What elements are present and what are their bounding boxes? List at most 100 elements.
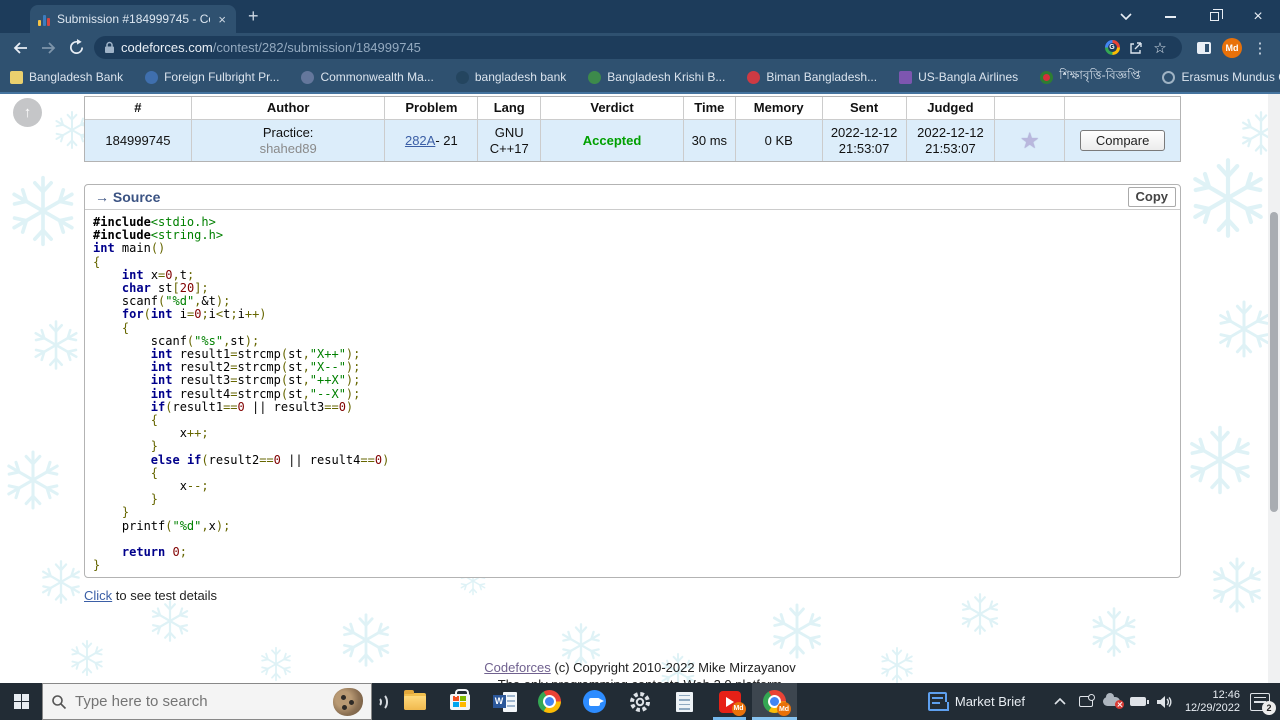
favorite-star-icon[interactable]: ★ — [1020, 129, 1040, 152]
sent-cell: 2022-12-12 21:53:07 — [821, 120, 906, 161]
bookmark-item[interactable]: US-Bangla Airlines — [899, 70, 1018, 84]
problem-link[interactable]: 282A — [405, 133, 435, 149]
profile-avatar[interactable]: Md — [1218, 35, 1246, 61]
page-footer: Codeforces (c) Copyright 2010-2022 Mike … — [0, 659, 1280, 683]
taskbar-clock[interactable]: 12:46 12/29/2022 — [1185, 689, 1240, 715]
judged-cell: 2022-12-12 21:53:07 — [905, 120, 995, 161]
taskbar-word-icon[interactable]: W — [482, 683, 527, 720]
compare-button[interactable]: Compare — [1079, 130, 1166, 151]
new-tab-button[interactable]: + — [248, 6, 259, 26]
start-button[interactable] — [0, 683, 42, 720]
bookmark-item[interactable]: Bangladesh Bank — [10, 70, 123, 84]
snowflake-icon — [1186, 156, 1270, 245]
taskbar-store-icon[interactable] — [437, 683, 482, 720]
author-cell: Practice: shahed89 — [190, 120, 385, 161]
news-widget-icon[interactable] — [927, 692, 949, 711]
code-line: x--; — [93, 479, 209, 494]
taskbar-search[interactable] — [42, 683, 372, 720]
bookmark-item[interactable]: Foreign Fulbright Pr... — [145, 70, 279, 84]
code-line: int main() — [93, 241, 166, 256]
google-icon[interactable]: G — [1100, 37, 1124, 59]
code-line: return 0; — [121, 545, 187, 560]
forward-icon[interactable] — [34, 35, 62, 61]
table-header-cell: Memory — [734, 97, 822, 119]
favorite-cell: ★ — [994, 120, 1064, 161]
code-line: } — [93, 558, 101, 573]
source-title: → Source — [95, 189, 161, 205]
close-window-button[interactable]: × — [1236, 0, 1280, 33]
snowflake-icon — [6, 174, 80, 253]
code-line: int x=0,t; — [121, 267, 195, 282]
test-details-line: Click to see test details — [84, 588, 217, 603]
browser-toolbar: codeforces.com/contest/282/submission/18… — [0, 33, 1280, 62]
taskbar-notepad-icon[interactable] — [662, 683, 707, 720]
battery-icon[interactable] — [1126, 683, 1150, 720]
submission-id: 184999745 — [105, 132, 171, 148]
bookmark-item[interactable]: শিক্ষাবৃত্তি-বিজ্ঞপ্তি — [1040, 67, 1140, 87]
snowflake-icon — [1184, 424, 1256, 501]
code-line: char st[20]; — [121, 281, 209, 296]
search-input[interactable] — [75, 693, 333, 710]
code-line: { — [93, 254, 101, 269]
code-line: if(result1==0 || result3==0) — [150, 399, 354, 414]
action-center-icon[interactable]: 2 — [1250, 692, 1276, 715]
window-controls: × — [1104, 0, 1280, 33]
back-icon[interactable] — [6, 35, 34, 61]
bookmark-item[interactable]: Erasmus Mundus C... — [1162, 70, 1280, 84]
code-line: #include<stdio.h> — [93, 215, 216, 229]
minimize-button[interactable] — [1148, 0, 1192, 33]
verdict-cell[interactable]: Accepted — [540, 120, 683, 161]
clock-date: 12/29/2022 — [1184, 701, 1240, 714]
tray-chevron-icon[interactable] — [1048, 683, 1072, 720]
tab-search-chevron-icon[interactable] — [1104, 0, 1148, 33]
share-icon[interactable] — [1124, 37, 1148, 59]
scrollbar-thumb[interactable] — [1270, 212, 1278, 512]
ring-icon — [1162, 70, 1176, 84]
notification-count-badge: 2 — [1262, 700, 1276, 715]
bookmark-item[interactable]: Commonwealth Ma... — [301, 70, 434, 84]
tab-close-icon[interactable]: × — [216, 12, 228, 27]
scroll-to-top-button[interactable]: ↑ — [13, 98, 42, 127]
author-practice-label: Practice: — [262, 124, 314, 140]
bookmark-star-icon[interactable]: ☆ — [1148, 37, 1172, 59]
search-highlights-butterfly-icon[interactable] — [333, 687, 363, 716]
author-handle[interactable]: shahed89 — [260, 141, 317, 157]
news-widget-label[interactable]: Market Brief — [955, 694, 1025, 709]
test-details-link[interactable]: Click — [84, 588, 112, 603]
windows-logo-icon — [13, 694, 29, 709]
taskbar-chrome-icon[interactable] — [527, 683, 572, 720]
globe-icon — [301, 70, 315, 84]
onedrive-error-icon[interactable] — [1100, 683, 1125, 720]
bookmark-item[interactable]: Bangladesh Krishi B... — [588, 70, 725, 84]
reload-icon[interactable] — [62, 35, 90, 61]
footer-codeforces-link[interactable]: Codeforces — [484, 660, 550, 675]
code-line: printf("%d",x); — [93, 518, 231, 533]
table-header-cell: Sent — [821, 97, 906, 119]
table-header-cell — [994, 97, 1064, 119]
browser-menu-icon[interactable]: ⋮ — [1246, 35, 1274, 61]
bank-icon — [10, 70, 23, 84]
taskbar-file-explorer-icon[interactable] — [392, 683, 437, 720]
taskbar-youtube-profile-icon[interactable]: Md — [707, 683, 752, 720]
table-row: 184999745 Practice: shahed89 282A - 21 G… — [85, 120, 1180, 161]
volume-icon[interactable] — [1152, 683, 1176, 720]
browser-tab[interactable]: Submission #184999745 - Codef × — [30, 5, 236, 33]
tray-snip-icon[interactable] — [1074, 683, 1098, 720]
address-bar[interactable]: codeforces.com/contest/282/submission/18… — [94, 36, 1182, 59]
snowflake-icon — [958, 592, 1002, 641]
bookmark-label: Commonwealth Ma... — [320, 70, 434, 84]
bookmark-label: Bangladesh Bank — [29, 70, 124, 84]
code-line: { — [150, 413, 159, 428]
side-panel-icon[interactable] — [1190, 35, 1218, 61]
taskbar-settings-icon[interactable] — [617, 683, 662, 720]
restore-button[interactable] — [1192, 0, 1236, 33]
time-cell: 30 ms — [682, 120, 735, 161]
copy-button[interactable]: Copy — [1127, 187, 1176, 207]
taskbar-zoom-icon[interactable] — [572, 683, 617, 720]
bookmark-item[interactable]: Biman Bangladesh... — [747, 70, 877, 84]
taskbar-chrome-profile-icon[interactable]: Md — [752, 683, 797, 720]
page-scrollbar[interactable] — [1268, 94, 1280, 683]
bookmark-item[interactable]: bangladesh bank — [455, 70, 566, 84]
snowflake-icon — [30, 319, 82, 376]
table-header-cell: # — [134, 100, 142, 115]
